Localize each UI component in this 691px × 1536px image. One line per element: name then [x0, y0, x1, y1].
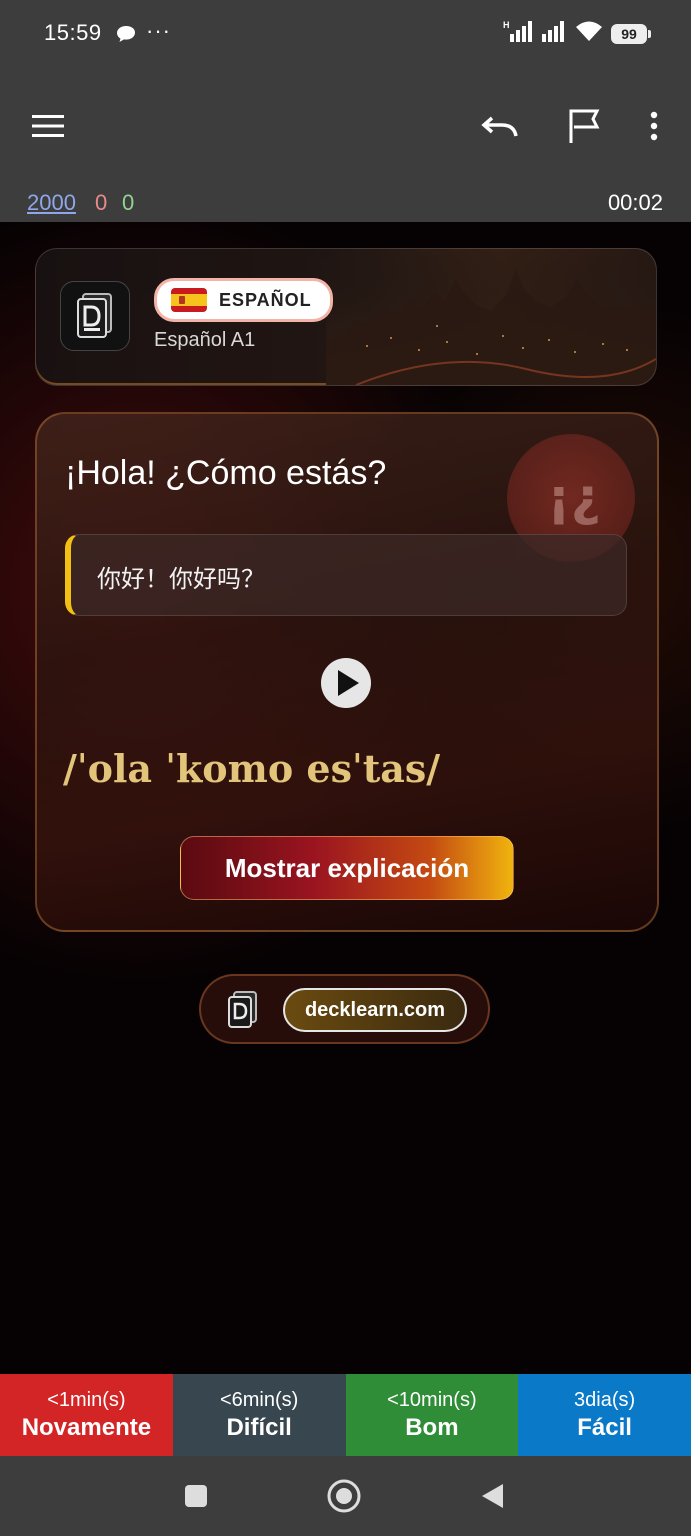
language-label: ESPAÑOL: [219, 289, 312, 310]
card-pronunciation: /ˈola ˈkomo esˈtas/: [63, 746, 441, 791]
answer-again-button[interactable]: <1min(s) Novamente: [0, 1374, 173, 1456]
answer-buttons: <1min(s) Novamente <6min(s) Difícil <10m…: [0, 1374, 691, 1456]
decklearn-small-logo: [225, 990, 259, 1035]
status-time: 15:59: [44, 20, 102, 45]
card-translation: 你好！你好吗？: [97, 565, 265, 593]
signal-h-icon: H: [503, 20, 533, 47]
card-timer: 00:02: [607, 190, 663, 215]
decklearn-logo: [60, 281, 130, 351]
flashcard: ¡¿ ¡Hola! ¿Cómo estás? 你好！你好吗？ /ˈola ˈko…: [35, 412, 659, 932]
translation-box: 你好！你好吗？: [65, 534, 627, 616]
review-count: 0: [122, 190, 135, 215]
new-count[interactable]: 2000: [27, 190, 76, 216]
answer-easy-button[interactable]: 3dia(s) Fácil: [518, 1374, 691, 1456]
site-footer: decklearn.com: [199, 974, 490, 1044]
status-bar: 15:59 ··· H 99: [0, 0, 691, 68]
spain-flag-icon: [171, 288, 207, 312]
answer-interval: <6min(s): [219, 1388, 299, 1411]
circle-home-icon[interactable]: [324, 1476, 364, 1516]
answer-good-button[interactable]: <10min(s) Bom: [345, 1374, 519, 1456]
answer-hard-button[interactable]: <6min(s) Difícil: [172, 1374, 346, 1456]
play-icon: [323, 660, 369, 706]
flag-icon[interactable]: [562, 104, 606, 148]
decklearn-link-label: decklearn.com: [304, 998, 446, 1021]
svg-text:H: H: [503, 20, 510, 30]
answer-interval: <10min(s): [387, 1388, 477, 1411]
show-explanation-label: Mostrar explicación: [224, 852, 470, 883]
system-nav-bar: [0, 1456, 691, 1536]
card-counts-bar: 2000 0 0 00:02: [0, 182, 691, 222]
square-recents-icon[interactable]: [176, 1476, 216, 1516]
answer-interval: <1min(s): [47, 1388, 126, 1411]
answer-label: Fácil: [577, 1413, 632, 1441]
decklearn-link[interactable]: decklearn.com: [283, 988, 467, 1032]
card-question: ¡Hola! ¿Cómo estás?: [65, 454, 387, 492]
chat-notification-icon: [116, 25, 136, 48]
answer-interval: 3dia(s): [574, 1388, 636, 1411]
more-vertical-icon[interactable]: [632, 104, 676, 148]
language-badge: ESPAÑOL: [154, 278, 333, 322]
deck-name: Español A1: [154, 329, 256, 351]
triangle-back-icon[interactable]: [472, 1476, 512, 1516]
deck-header: ESPAÑOL Español A1: [35, 248, 657, 386]
signal-icon: [541, 20, 567, 47]
city-skyline-image: [326, 249, 656, 385]
more-notifications-icon: ···: [146, 18, 171, 43]
battery-icon: 99: [611, 23, 651, 44]
undo-icon[interactable]: [478, 104, 522, 148]
hamburger-menu-icon[interactable]: [26, 104, 70, 148]
answer-label: Novamente: [21, 1413, 152, 1441]
answer-label: Difícil: [226, 1413, 292, 1441]
app-toolbar: [0, 68, 691, 182]
show-explanation-button[interactable]: Mostrar explicación: [180, 836, 514, 900]
learning-count: 0: [95, 190, 108, 215]
answer-label: Bom: [405, 1413, 459, 1441]
play-audio-button[interactable]: [321, 658, 371, 708]
wifi-icon: [575, 20, 603, 47]
